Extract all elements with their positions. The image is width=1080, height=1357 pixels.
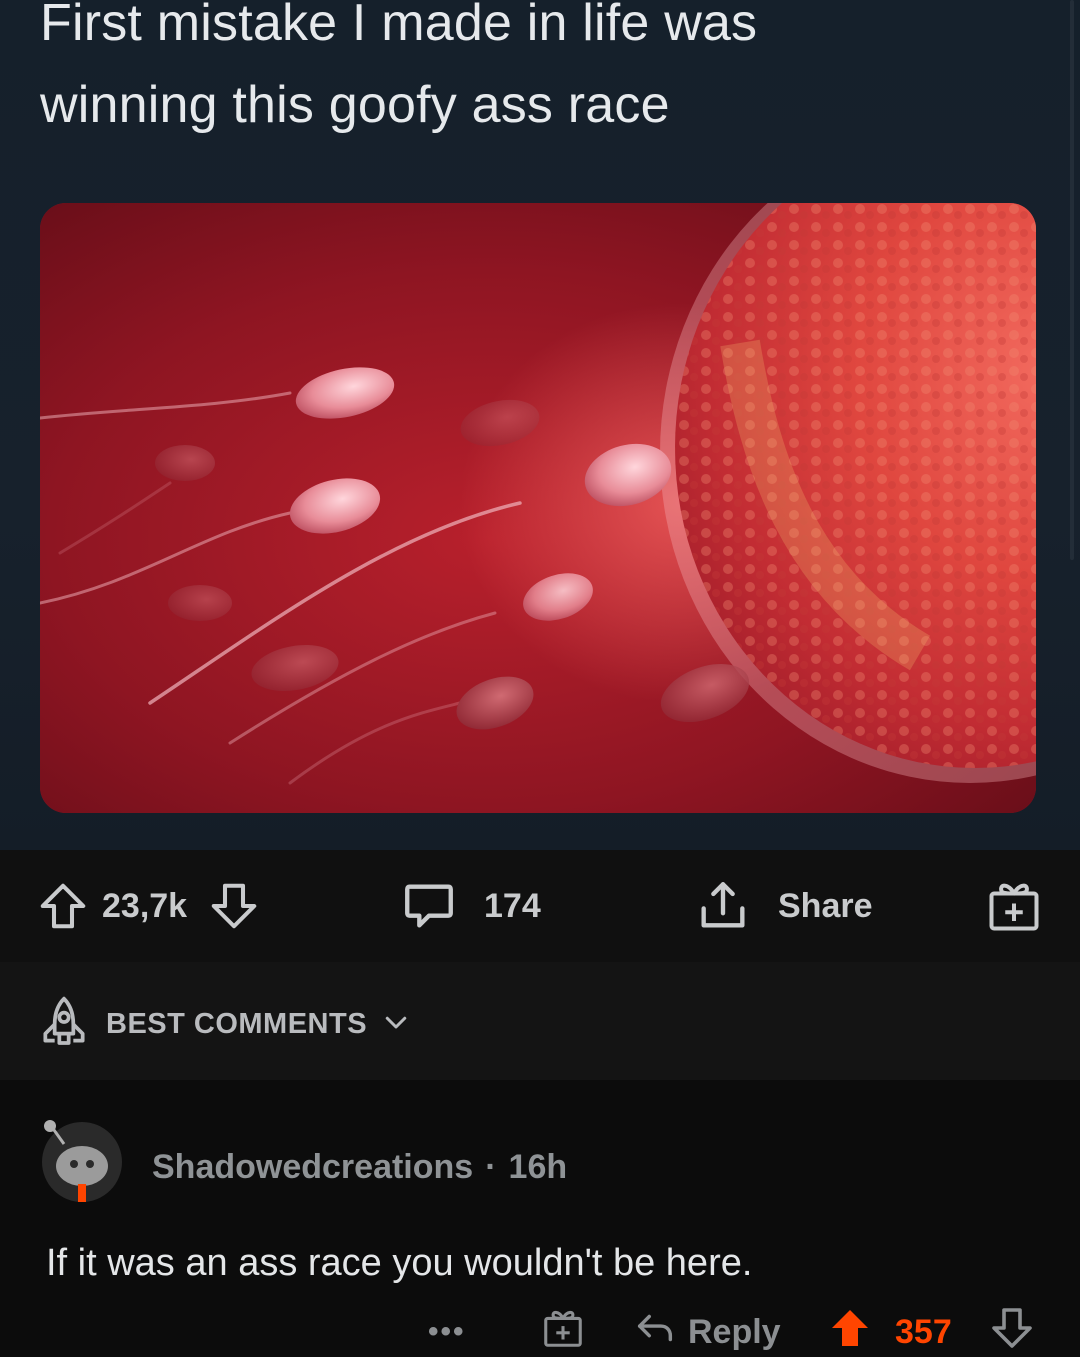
rocket-icon bbox=[36, 994, 92, 1055]
sperm-egg-illustration bbox=[40, 203, 1036, 813]
share-button[interactable]: Share bbox=[694, 876, 873, 936]
scrollbar[interactable] bbox=[1070, 0, 1074, 560]
reply-arrow-icon bbox=[632, 1305, 678, 1357]
comments-button[interactable]: 174 bbox=[400, 876, 541, 936]
upvote-count: 23,7k bbox=[102, 886, 188, 925]
comment-body: If it was an ass race you wouldn't be he… bbox=[46, 1242, 753, 1284]
comment-action-bar: ••• Reply 357 bbox=[0, 1302, 1080, 1357]
gift-award-icon bbox=[540, 1305, 586, 1357]
comment-upvote-button[interactable] bbox=[826, 1308, 874, 1356]
post-screen: First mistake I made in life was winning… bbox=[0, 0, 1080, 1357]
comment-author[interactable]: Shadowedcreations bbox=[152, 1148, 473, 1187]
sort-dropdown[interactable]: BEST COMMENTS bbox=[36, 996, 411, 1052]
tweet-image[interactable] bbox=[40, 203, 1036, 813]
more-options-button[interactable]: ••• bbox=[428, 1308, 466, 1356]
comment: Shadowedcreations · 16h If it was an ass… bbox=[0, 1080, 1080, 1357]
comment-age: 16h bbox=[508, 1148, 568, 1186]
avatar[interactable] bbox=[34, 1110, 130, 1206]
reply-button[interactable]: Reply bbox=[632, 1308, 781, 1356]
gift-award-icon bbox=[984, 876, 1044, 936]
comment-downvote-button[interactable] bbox=[988, 1307, 1036, 1356]
arrow-up-filled-icon bbox=[826, 1304, 874, 1357]
sort-label: BEST COMMENTS bbox=[106, 1007, 368, 1040]
chevron-down-icon bbox=[381, 1007, 411, 1042]
arrow-down-outline-icon bbox=[988, 1304, 1036, 1357]
reply-label: Reply bbox=[688, 1312, 781, 1351]
speech-bubble-icon bbox=[400, 877, 458, 935]
arrow-up-outline-icon[interactable] bbox=[36, 879, 90, 933]
comment-count: 174 bbox=[484, 886, 541, 925]
comment-sort-row: BEST COMMENTS bbox=[0, 962, 1080, 1080]
comment-score: 357 bbox=[895, 1312, 952, 1351]
share-upload-icon bbox=[694, 877, 752, 935]
share-label: Share bbox=[778, 886, 873, 925]
tweet-text: First mistake I made in life was winning… bbox=[40, 0, 758, 134]
award-button[interactable] bbox=[984, 876, 1044, 936]
comment-award-button[interactable] bbox=[540, 1308, 586, 1356]
arrow-down-outline-icon[interactable] bbox=[207, 879, 261, 933]
post-action-bar: 23,7k 174 Share bbox=[0, 850, 1080, 962]
meta-separator: · bbox=[485, 1148, 497, 1186]
vote-group: 23,7k bbox=[36, 876, 261, 936]
comment-meta: Shadowedcreations · 16h bbox=[152, 1148, 567, 1187]
tweet-card: First mistake I made in life was winning… bbox=[0, 0, 1080, 850]
